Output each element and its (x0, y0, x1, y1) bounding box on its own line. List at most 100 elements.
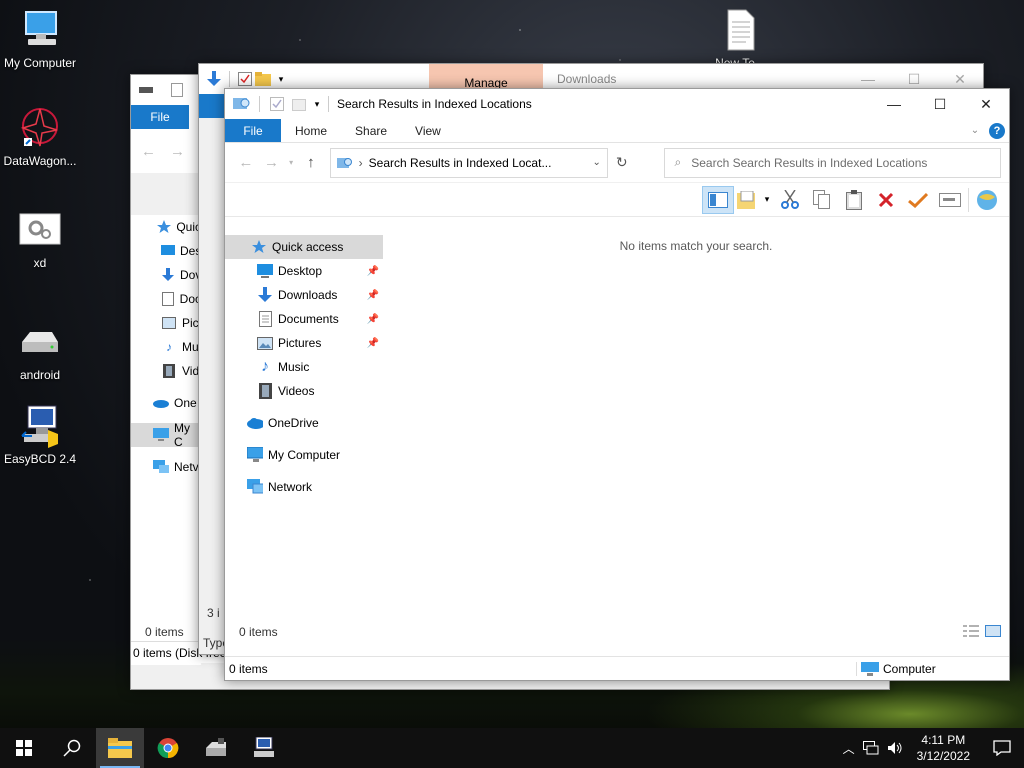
nav-music[interactable]: ♪ Music (225, 355, 383, 379)
nav-videos[interactable]: Vid (131, 359, 201, 383)
forward-arrow-icon[interactable]: → (170, 143, 185, 160)
nav-network[interactable]: Netv (131, 455, 201, 479)
network-icon (247, 479, 263, 495)
close-button[interactable]: ✕ (963, 89, 1009, 119)
nav-my-computer[interactable]: My C (131, 421, 201, 449)
desktop-icon-xd[interactable]: xd (0, 208, 80, 271)
rename-icon[interactable] (934, 186, 966, 214)
nav-videos[interactable]: Videos (225, 379, 383, 403)
large-icons-view-icon[interactable] (985, 624, 1001, 640)
desktop-icon-datawagon[interactable]: DataWagon... (0, 106, 80, 169)
desktop-icon (257, 263, 273, 279)
help-icon[interactable]: ? (985, 119, 1009, 142)
nav-desktop[interactable]: Des (131, 239, 201, 263)
taskbar-file-explorer[interactable] (96, 728, 144, 768)
copy-icon[interactable] (806, 186, 838, 214)
properties-icon[interactable] (268, 95, 286, 113)
clock[interactable]: 4:11 PM 3/12/2022 (907, 732, 980, 764)
desktop-icon-new-text[interactable]: New Te... (700, 8, 780, 71)
details-view-icon[interactable] (963, 625, 979, 640)
taskbar-drive-app[interactable] (192, 728, 240, 768)
back-button[interactable]: ← (233, 154, 259, 171)
tab-file[interactable]: File (225, 119, 281, 142)
nav-onedrive[interactable]: OneDrive (225, 411, 383, 435)
download-arrow-icon (161, 267, 175, 283)
nav-pictures[interactable]: Pic (131, 311, 201, 335)
notification-center-icon[interactable] (980, 740, 1024, 756)
pin-icon[interactable]: 📌 (367, 338, 379, 349)
statusbar-location: Computer (883, 661, 936, 676)
desktop-icon-android[interactable]: android (0, 320, 80, 383)
nav-documents[interactable]: Doc (131, 287, 201, 311)
chevron-down-icon[interactable]: ▾ (308, 95, 326, 113)
nav-desktop[interactable]: Desktop 📌 (225, 259, 383, 283)
new-folder-icon[interactable] (290, 95, 308, 113)
minimize-button[interactable]: — (871, 89, 917, 119)
tab-share[interactable]: Share (341, 119, 401, 142)
network-status-icon[interactable] (859, 741, 883, 755)
picture-icon (257, 335, 273, 351)
show-hidden-icons-chevron-icon[interactable]: ︿ (839, 740, 859, 757)
layout-dropdown-chevron-icon[interactable]: ▾ (760, 186, 774, 214)
text-file-icon (718, 8, 762, 52)
properties-icon[interactable] (236, 70, 254, 88)
nav-downloads[interactable]: Dov (131, 263, 201, 287)
nav-downloads[interactable]: Downloads 📌 (225, 283, 383, 307)
paste-icon[interactable] (838, 186, 870, 214)
forward-button[interactable]: → (259, 154, 285, 171)
properties-icon[interactable] (171, 83, 183, 97)
volume-icon[interactable] (883, 741, 907, 755)
status-bar: 0 items 0 items Computer (225, 624, 1009, 680)
globe-icon[interactable] (971, 186, 1003, 214)
taskbar-chrome[interactable] (144, 728, 192, 768)
chrome-icon (157, 738, 179, 759)
item-count-row: 0 items (225, 621, 1009, 643)
tab-home[interactable]: Home (281, 119, 341, 142)
datawagon-icon (18, 106, 62, 150)
start-button[interactable] (0, 728, 48, 768)
tab-view[interactable]: View (401, 119, 455, 142)
nav-quick-access[interactable]: Quick access (225, 235, 383, 259)
nav-quick-access[interactable]: Quic (131, 215, 201, 239)
scissors-icon[interactable] (774, 186, 806, 214)
tab-file[interactable]: File (131, 105, 189, 129)
checkmark-icon[interactable] (902, 186, 934, 214)
cloud-icon (247, 415, 263, 431)
new-folder-icon[interactable] (254, 70, 272, 88)
up-button[interactable]: ↑ (298, 154, 324, 171)
back-arrow-icon[interactable]: ← (141, 143, 156, 160)
preview-pane-button[interactable] (734, 186, 760, 214)
search-folder-icon (233, 95, 251, 113)
nav-my-computer[interactable]: My Computer (225, 443, 383, 467)
nav-music[interactable]: ♪ Mu (131, 335, 201, 359)
pin-icon[interactable]: 📌 (367, 290, 379, 301)
taskbar: ︿ 4:11 PM 3/12/2022 (0, 728, 1024, 768)
address-bar[interactable]: › Search Results in Indexed Locat... ⌄ (329, 147, 608, 178)
settings-file-icon (18, 208, 62, 252)
desktop-icon-easybcd[interactable]: EasyBCD 2.4 (0, 404, 80, 467)
pin-icon[interactable]: 📌 (367, 266, 379, 277)
search-button[interactable] (48, 728, 96, 768)
desktop-icon (161, 243, 175, 259)
nav-onedrive[interactable]: One (131, 391, 201, 415)
address-dropdown-chevron-icon[interactable]: ⌄ (593, 157, 601, 168)
refresh-button[interactable]: ↻ (608, 154, 636, 171)
nav-documents[interactable]: Documents 📌 (225, 307, 383, 331)
maximize-button[interactable]: ☐ (917, 89, 963, 119)
navigation-pane-button[interactable] (702, 185, 734, 214)
delete-icon[interactable] (870, 186, 902, 214)
empty-results-message: No items match your search. (619, 239, 773, 253)
explorer-window-search[interactable]: ▾ Search Results in Indexed Locations — … (224, 88, 1010, 681)
nav-pictures[interactable]: Pictures 📌 (225, 331, 383, 355)
taskbar-easybcd[interactable] (240, 728, 288, 768)
recent-locations-chevron-icon[interactable]: ▾ (284, 158, 298, 167)
search-box[interactable]: ⌕ Search Search Results in Indexed Locat… (663, 147, 1001, 178)
drive-tool-icon (206, 738, 226, 756)
ribbon-expand-chevron-icon[interactable]: ⌄ (965, 119, 985, 142)
chevron-down-icon[interactable]: ▾ (272, 70, 290, 88)
pin-icon[interactable]: 📌 (367, 314, 379, 325)
desktop-icon-my-computer[interactable]: My Computer (0, 8, 80, 71)
computer-icon (18, 8, 62, 52)
status-item-count: 0 items (239, 625, 278, 639)
nav-network[interactable]: Network (225, 475, 383, 499)
